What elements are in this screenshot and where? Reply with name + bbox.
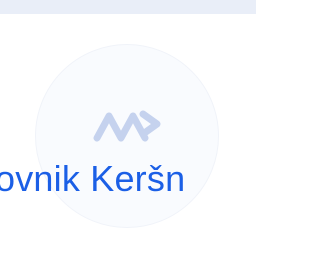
profile-name: ovnik Keršn — [0, 158, 186, 199]
avatar-card: ovnik Keršn — [0, 0, 256, 257]
header-strip — [0, 0, 256, 14]
av-logo-icon — [93, 110, 161, 142]
